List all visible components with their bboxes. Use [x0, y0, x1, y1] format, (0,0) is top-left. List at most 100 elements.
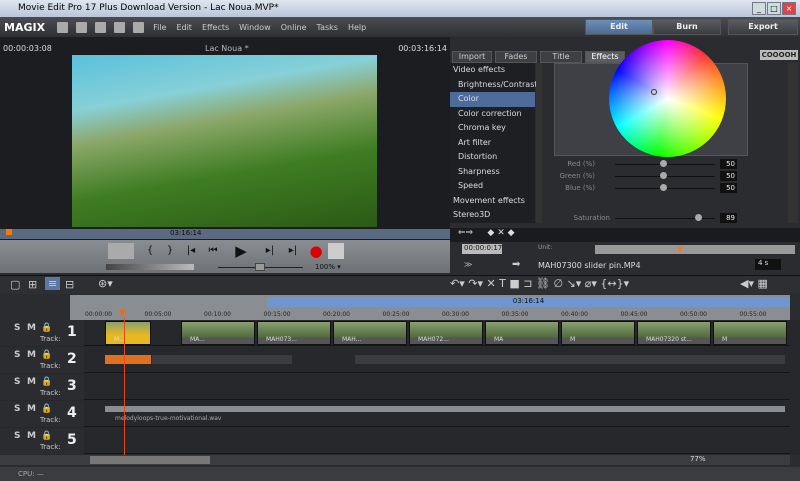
menu-window[interactable]: Window	[239, 23, 271, 32]
solo-button[interactable]: S	[14, 431, 20, 441]
video-clip[interactable]: MA	[485, 321, 559, 345]
video-clip[interactable]: MA...	[181, 321, 255, 345]
export-button[interactable]: Export	[728, 19, 798, 35]
slider-handle[interactable]	[660, 172, 667, 179]
solo-button[interactable]: S	[14, 323, 20, 333]
scene-view-icon[interactable]: ⊞	[28, 278, 37, 291]
minimize-button[interactable]: _	[752, 2, 766, 15]
prev-frame-button[interactable]: ⏮	[205, 243, 221, 259]
mute-button[interactable]: M	[27, 323, 36, 333]
menu-help[interactable]: Help	[348, 23, 366, 32]
effect-item[interactable]: Sharpness	[450, 165, 535, 180]
effect-item[interactable]: Distortion	[450, 150, 535, 165]
monitor-button[interactable]	[328, 243, 344, 259]
solo-button[interactable]: S	[14, 377, 20, 387]
menu-effects[interactable]: Effects	[202, 23, 229, 32]
play-button[interactable]: ▶	[233, 243, 249, 259]
video-clip[interactable]: M...	[105, 321, 151, 345]
range-bar[interactable]: 03:16:14	[267, 297, 790, 307]
save-icon[interactable]	[95, 21, 107, 33]
preview-zoom-select[interactable]: 100% ▾	[315, 263, 341, 271]
tab-title[interactable]: Title	[540, 51, 582, 63]
color-wheel[interactable]	[609, 40, 726, 157]
preview-scrubber[interactable]: 03:16:14	[0, 229, 450, 239]
video-clip[interactable]: MAH...	[333, 321, 407, 345]
effect-item[interactable]: Video effects	[450, 63, 535, 78]
effect-item[interactable]: Brightness/Contrast	[450, 78, 538, 93]
close-button[interactable]: ×	[782, 2, 796, 15]
slider-value[interactable]: 50	[720, 183, 737, 193]
video-clip[interactable]: MAH072...	[409, 321, 483, 345]
playhead-marker[interactable]	[6, 229, 12, 235]
list-scrollbar[interactable]	[536, 63, 542, 223]
color-wheel-handle[interactable]	[651, 89, 657, 95]
effect-item[interactable]: Chroma key	[450, 121, 535, 136]
maximize-button[interactable]: □	[767, 2, 781, 15]
settings-icon[interactable]	[114, 21, 126, 33]
duration-field[interactable]: 4 s	[755, 259, 781, 270]
audio-clip[interactable]	[105, 355, 151, 364]
menu-tasks[interactable]: Tasks	[317, 23, 338, 32]
keyframe-nav-icon[interactable]: ⇐⇒	[458, 228, 473, 238]
slider-handle[interactable]	[660, 184, 667, 191]
mute-button[interactable]: M	[27, 377, 36, 387]
edit-mode-button[interactable]: Edit	[585, 19, 653, 35]
new-file-icon[interactable]	[57, 21, 69, 33]
solo-button[interactable]: S	[14, 350, 20, 360]
panel-scrollbar[interactable]	[788, 63, 798, 223]
video-clip[interactable]: M	[561, 321, 635, 345]
mute-button[interactable]: M	[27, 350, 36, 360]
scroll-thumb[interactable]	[90, 456, 210, 464]
effect-item[interactable]: Color	[450, 92, 535, 107]
slider-handle[interactable]	[660, 160, 667, 167]
saturation-handle[interactable]	[695, 214, 702, 221]
prev-marker-button[interactable]: |◂	[183, 243, 199, 259]
effect-item[interactable]: Color correction	[450, 107, 535, 122]
lock-icon[interactable]: 🔒	[41, 431, 52, 441]
keyframe-ruler[interactable]: ▼	[595, 245, 795, 254]
set-out-button[interactable]: }	[162, 243, 178, 259]
jog-wheel[interactable]	[106, 264, 194, 270]
mixer-view-icon[interactable]: ⊟	[65, 278, 74, 291]
tab-fades[interactable]: Fades	[495, 51, 537, 63]
slider-value[interactable]: 50	[720, 171, 737, 181]
keyframe-add-icon[interactable]: ◆ ✕ ◆	[487, 228, 514, 238]
burn-mode-button[interactable]: Burn	[653, 19, 721, 35]
menu-online[interactable]: Online	[281, 23, 307, 32]
audio-waveform[interactable]	[105, 406, 785, 412]
keyframe-time-field[interactable]: 00:00:0:17	[462, 244, 502, 254]
lock-icon[interactable]: 🔒	[41, 377, 52, 387]
lock-icon[interactable]: 🔒	[41, 350, 52, 360]
timeline-ruler[interactable]: 03:16:14 00:00:00 00:05:00 00:10:00 00:15:0…	[70, 295, 790, 320]
audio-clip[interactable]	[152, 355, 292, 364]
preview-mode-button[interactable]	[108, 243, 134, 259]
saturation-value[interactable]: 89	[720, 213, 737, 223]
timeline-zoom[interactable]: 77%	[690, 455, 706, 463]
mute-button[interactable]: M	[27, 404, 36, 414]
solo-button[interactable]: S	[14, 404, 20, 414]
audio-clip[interactable]	[355, 355, 785, 364]
effect-item[interactable]: Art filter	[450, 136, 535, 151]
effect-item[interactable]: Stereo3D	[450, 208, 535, 223]
timeline-view-icon[interactable]: ≡	[45, 277, 61, 290]
film-reel-icon[interactable]: ⊛▾	[98, 277, 113, 290]
lock-icon[interactable]: 🔒	[41, 404, 52, 414]
effect-item[interactable]: Movement effects	[450, 194, 535, 209]
slider-value[interactable]: 50	[720, 159, 737, 169]
zoom-slider-handle[interactable]	[255, 263, 265, 271]
tab-effects[interactable]: Effects	[585, 51, 625, 63]
undo-icon[interactable]: ↶▾ ↷▾ ✕ T ■ ⊐ ⛓ ∅ ↘▾ ⌀▾ {↔}▾	[450, 277, 629, 290]
video-clip[interactable]: M	[713, 321, 787, 345]
mute-button[interactable]: M	[27, 431, 36, 441]
menu-edit[interactable]: Edit	[176, 23, 192, 32]
effect-item[interactable]: Speed	[450, 179, 535, 194]
lock-icon[interactable]: 🔒	[41, 323, 52, 333]
collapse-icon[interactable]: ≫	[464, 260, 472, 269]
help-cursor-icon[interactable]	[133, 21, 145, 33]
open-folder-icon[interactable]	[76, 21, 88, 33]
menu-file[interactable]: File	[153, 23, 166, 32]
video-clip[interactable]: MAH07320 st...	[637, 321, 711, 345]
video-clip[interactable]: MAH073...	[257, 321, 331, 345]
keyframe-marker[interactable]: ▼	[677, 245, 683, 254]
horizontal-scrollbar[interactable]: 77%	[0, 455, 790, 465]
